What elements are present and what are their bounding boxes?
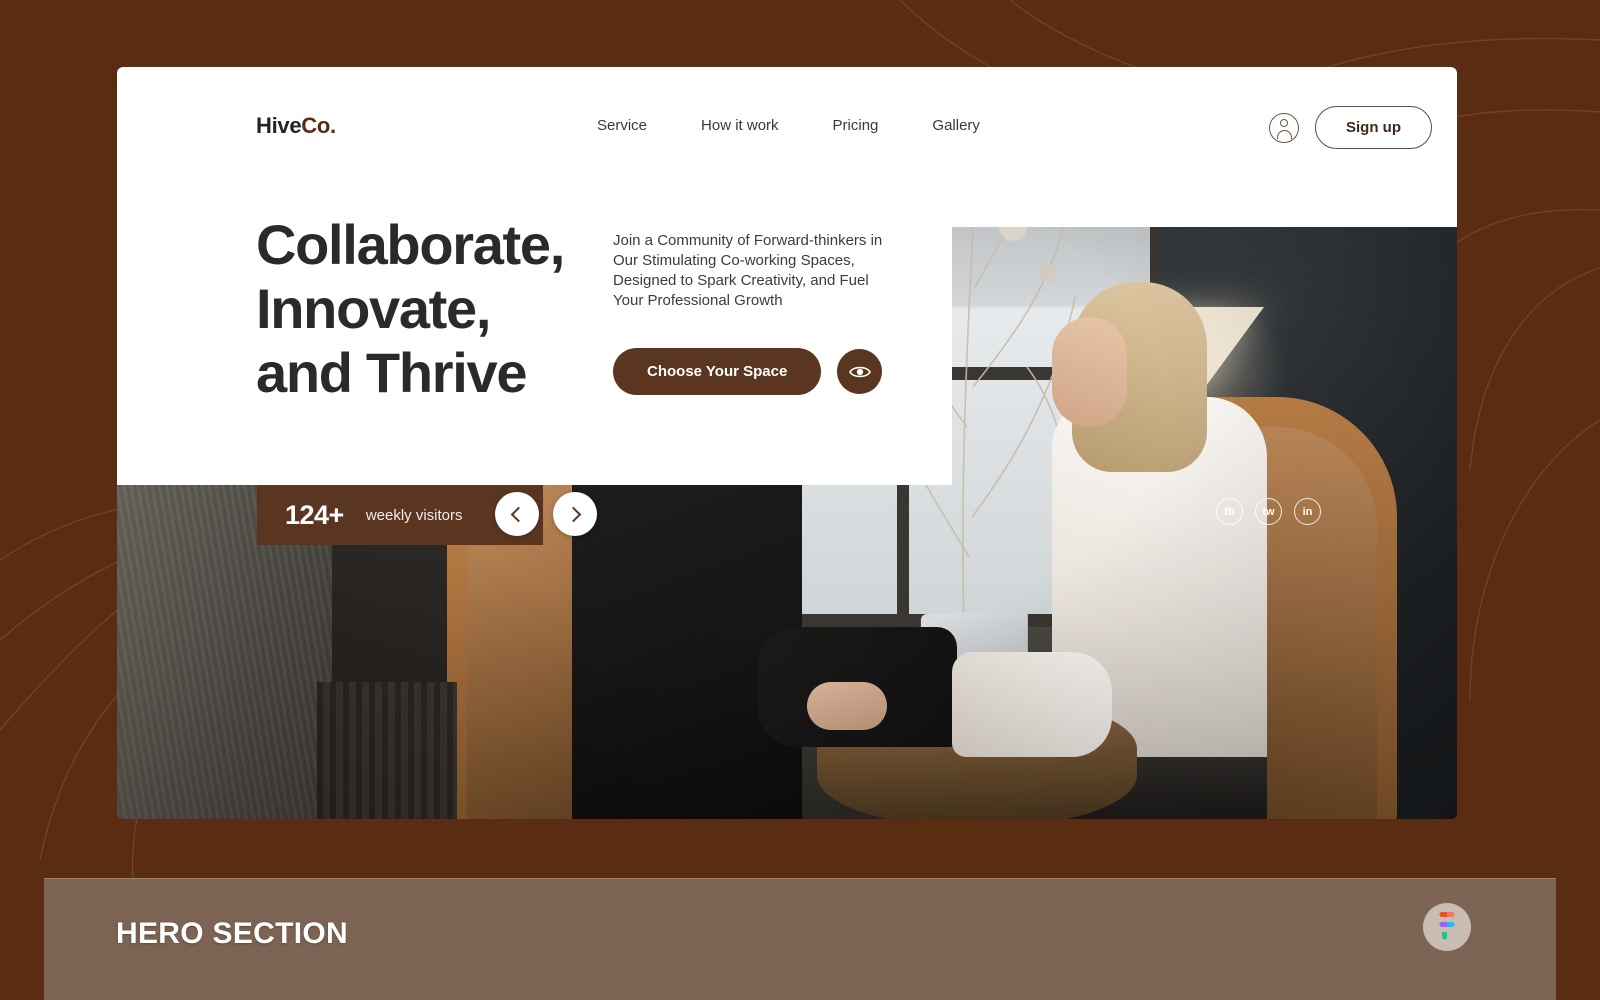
hero-cta-row: Choose Your Space [613, 348, 883, 395]
eye-icon[interactable] [837, 349, 883, 394]
hero-title-line-3: and Thrive [256, 341, 527, 404]
nav-item-how-it-work[interactable]: How it work [701, 117, 779, 134]
nav-item-pricing[interactable]: Pricing [833, 117, 879, 134]
facebook-icon[interactable]: fb [1216, 498, 1243, 525]
hero-title: Collaborate, Innovate, and Thrive [256, 213, 565, 405]
logo[interactable]: HiveCo. [256, 113, 336, 139]
chevron-right-icon[interactable] [553, 492, 597, 536]
hero-title-line-1: Collaborate, [256, 213, 565, 276]
logo-primary: Hive [256, 113, 302, 138]
social-links: fb tw in [1216, 498, 1321, 525]
figma-logo-icon[interactable] [1423, 903, 1471, 951]
nav-item-service[interactable]: Service [597, 117, 647, 134]
carousel-controls [495, 492, 597, 536]
nav-item-gallery[interactable]: Gallery [932, 117, 980, 134]
navbar-actions: Sign up [1269, 106, 1432, 149]
section-label-band: HERO SECTION [44, 878, 1556, 1000]
nav-links: Service How it work Pricing Gallery [597, 117, 980, 134]
section-label: HERO SECTION [116, 917, 348, 950]
user-account-icon[interactable] [1269, 112, 1299, 143]
hero-subtitle: Join a Community of Forward-thinkers in … [613, 232, 883, 309]
chevron-left-icon[interactable] [495, 492, 539, 536]
visitor-count: 124+ [285, 499, 344, 530]
signup-button[interactable]: Sign up [1315, 106, 1432, 149]
navbar: HiveCo. Service How it work Pricing Gall… [117, 67, 1457, 227]
choose-your-space-button[interactable]: Choose Your Space [613, 348, 822, 395]
hero-mockup-card: HiveCo. Service How it work Pricing Gall… [117, 67, 1457, 819]
visitor-label: weekly visitors [365, 506, 463, 524]
linkedin-icon[interactable]: in [1294, 498, 1321, 525]
twitter-icon[interactable]: tw [1255, 498, 1282, 525]
hero-title-line-2: Innovate, [256, 277, 491, 340]
logo-accent: Co. [301, 113, 336, 138]
